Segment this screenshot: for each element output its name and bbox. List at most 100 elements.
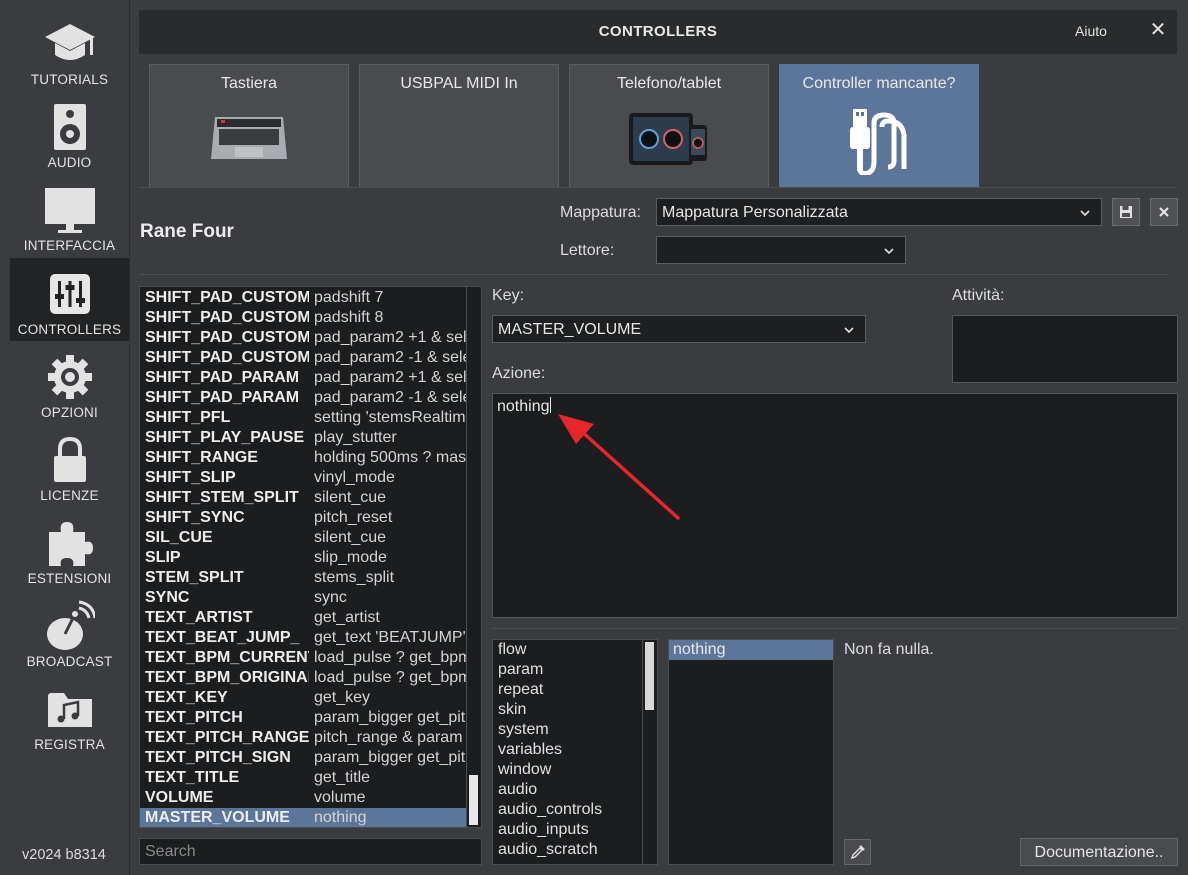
window-title: CONTROLLERS bbox=[598, 23, 718, 40]
key-cell: VOLUME bbox=[145, 789, 214, 806]
list-item[interactable]: flow bbox=[498, 640, 526, 660]
table-row[interactable]: SHIFT_PAD_CUSTOM padshift 8 bbox=[140, 308, 468, 328]
chevron-down-icon bbox=[1080, 210, 1090, 217]
scrollbar-thumb[interactable] bbox=[645, 642, 654, 710]
chevron-down-icon bbox=[884, 248, 894, 255]
table-row[interactable]: TEXT_PITCH param_bigger get_pitch bbox=[140, 708, 468, 728]
documentation-button[interactable]: Documentazione.. bbox=[1020, 838, 1178, 866]
table-row[interactable]: TEXT_ARTIST get_artist bbox=[140, 608, 468, 628]
key-list-scrollbar[interactable] bbox=[466, 287, 480, 827]
list-item[interactable]: system bbox=[498, 720, 549, 740]
key-select[interactable]: MASTER_VOLUME bbox=[492, 315, 866, 343]
eyedropper-button[interactable] bbox=[844, 839, 871, 865]
list-item[interactable]: audio bbox=[498, 780, 537, 800]
table-row[interactable]: SHIFT_RANGE holding 500ms ? master bbox=[140, 448, 468, 468]
list-item[interactable]: audio_controls bbox=[498, 800, 602, 820]
close-button[interactable]: ✕ bbox=[1147, 19, 1169, 41]
table-row[interactable]: MASTER_VOLUME nothing bbox=[140, 808, 468, 827]
sidebar-item-licenze[interactable]: LICENZE bbox=[10, 424, 129, 507]
controller-tab-missing[interactable]: Controller mancante? bbox=[779, 64, 979, 188]
sidebar-item-estensioni[interactable]: ESTENSIONI bbox=[10, 507, 129, 590]
list-item[interactable]: audio_scratch bbox=[498, 840, 598, 860]
sidebar-item-audio[interactable]: AUDIO bbox=[10, 91, 129, 174]
key-cell: SHIFT_PAD_CUSTOM bbox=[145, 349, 309, 366]
key-cell: TEXT_PITCH_SIGN bbox=[145, 749, 291, 766]
key-cell: TEXT_PITCH_RANGE bbox=[145, 729, 309, 746]
sidebar-item-controllers[interactable]: CONTROLLERS bbox=[10, 258, 129, 341]
search-input[interactable]: Search bbox=[139, 838, 482, 865]
table-row[interactable]: TEXT_BPM_CURRENT load_pulse ? get_bpm bbox=[140, 648, 468, 668]
action-cell: padshift 8 bbox=[314, 309, 384, 326]
table-row[interactable]: TEXT_PITCH_SIGN param_bigger get_pitch bbox=[140, 748, 468, 768]
scrollbar-thumb[interactable] bbox=[469, 775, 478, 825]
key-cell: SLIP bbox=[145, 549, 181, 566]
key-cell: SHIFT_PLAY_PAUSE bbox=[145, 429, 305, 446]
list-item[interactable]: skin bbox=[498, 700, 526, 720]
sidebar-item-broadcast[interactable]: BROADCAST bbox=[10, 590, 129, 673]
controller-tab-phone-tablet[interactable]: Telefono/tablet bbox=[569, 64, 769, 188]
key-cell: SHIFT_PAD_CUSTOM bbox=[145, 329, 309, 346]
sidebar-item-tutorials[interactable]: TUTORIALS bbox=[10, 8, 129, 91]
eyedropper-icon bbox=[850, 845, 865, 860]
sidebar-item-interfaccia[interactable]: INTERFACCIA bbox=[10, 174, 129, 257]
player-select[interactable] bbox=[656, 236, 906, 264]
list-item[interactable]: nothing bbox=[669, 640, 833, 660]
mapping-select[interactable]: Mappatura Personalizzata bbox=[656, 198, 1102, 226]
key-cell: TEXT_BEAT_JUMP_ bbox=[145, 629, 300, 646]
help-link[interactable]: Aiuto bbox=[1075, 23, 1107, 39]
list-item[interactable]: audio_inputs bbox=[498, 820, 589, 840]
action-description: Non fa nulla. bbox=[844, 641, 934, 658]
table-row[interactable]: SHIFT_STEM_SPLIT silent_cue bbox=[140, 488, 468, 508]
action-cell: slip_mode bbox=[314, 549, 387, 566]
category-scrollbar[interactable] bbox=[642, 640, 656, 864]
controller-tab-usbpal[interactable]: USBPAL MIDI In bbox=[359, 64, 559, 188]
action-cell: get_key bbox=[314, 689, 371, 706]
key-action-list[interactable]: SHIFT_PAD_CUSTOM padshift 7 SHIFT_PAD_CUST… bbox=[139, 286, 482, 828]
category-list[interactable]: flow param repeat skin system variables window… bbox=[492, 639, 658, 865]
table-row[interactable]: STEM_SPLIT stems_split bbox=[140, 568, 468, 588]
list-item[interactable]: param bbox=[498, 660, 543, 680]
table-row[interactable]: SHIFT_SYNC pitch_reset bbox=[140, 508, 468, 528]
table-row[interactable]: SLIP slip_mode bbox=[140, 548, 468, 568]
key-cell: SHIFT_STEM_SPLIT bbox=[145, 489, 299, 506]
table-row[interactable]: SHIFT_PAD_PARAM pad_param2 -1 & select bbox=[140, 388, 468, 408]
table-row[interactable]: SHIFT_SLIP vinyl_mode bbox=[140, 468, 468, 488]
action-cell: pitch_reset bbox=[314, 509, 393, 526]
list-item[interactable]: variables bbox=[498, 740, 562, 760]
table-row[interactable]: SHIFT_PAD_CUSTOM padshift 7 bbox=[140, 288, 468, 308]
key-cell: TEXT_BPM_ORIGINAL bbox=[145, 669, 309, 686]
table-row[interactable]: TEXT_KEY get_key bbox=[140, 688, 468, 708]
gear-icon bbox=[10, 349, 129, 405]
table-row[interactable]: SHIFT_PAD_PARAM pad_param2 +1 & select bbox=[140, 368, 468, 388]
table-row[interactable]: SYNC sync bbox=[140, 588, 468, 608]
floppy-icon bbox=[1120, 206, 1132, 218]
monitor-icon bbox=[10, 182, 129, 238]
table-row[interactable]: TEXT_BPM_ORIGINAL load_pulse ? get_bpm bbox=[140, 668, 468, 688]
sidebar-item-opzioni[interactable]: OPZIONI bbox=[10, 341, 129, 424]
delete-mapping-button[interactable] bbox=[1150, 198, 1178, 226]
controller-tab-tastiera[interactable]: Tastiera bbox=[149, 64, 349, 188]
action-cell: param_bigger get_pitch bbox=[314, 709, 466, 726]
mapping-label: Mappatura: bbox=[560, 204, 641, 221]
table-row[interactable]: VOLUME volume bbox=[140, 788, 468, 808]
save-mapping-button[interactable] bbox=[1112, 198, 1140, 226]
key-cell: SHIFT_PAD_PARAM bbox=[145, 369, 300, 386]
table-row[interactable]: SIL_CUE silent_cue bbox=[140, 528, 468, 548]
table-row[interactable]: SHIFT_PLAY_PAUSE play_stutter bbox=[140, 428, 468, 448]
action-cell: nothing bbox=[314, 809, 367, 826]
laptop-keyboard-icon bbox=[150, 107, 348, 167]
music-folder-icon bbox=[10, 681, 129, 737]
title-bar: CONTROLLERS Aiuto ✕ bbox=[139, 10, 1177, 54]
key-cell: SIL_CUE bbox=[145, 529, 213, 546]
sidebar-item-registra[interactable]: REGISTRA bbox=[10, 673, 129, 756]
table-row[interactable]: TEXT_TITLE get_title bbox=[140, 768, 468, 788]
table-row[interactable]: TEXT_BEAT_JUMP_ get_text 'BEATJUMP' bbox=[140, 628, 468, 648]
key-cell: TEXT_PITCH bbox=[145, 709, 243, 726]
list-item[interactable]: repeat bbox=[498, 680, 543, 700]
list-item[interactable]: window bbox=[498, 760, 551, 780]
table-row[interactable]: SHIFT_PAD_CUSTOM pad_param2 -1 & select bbox=[140, 348, 468, 368]
actions-list[interactable]: nothing bbox=[668, 639, 834, 865]
table-row[interactable]: TEXT_PITCH_RANGE pitch_range & param bbox=[140, 728, 468, 748]
table-row[interactable]: SHIFT_PFL setting 'stemsRealtime' bbox=[140, 408, 468, 428]
table-row[interactable]: SHIFT_PAD_CUSTOM pad_param2 +1 & select bbox=[140, 328, 468, 348]
